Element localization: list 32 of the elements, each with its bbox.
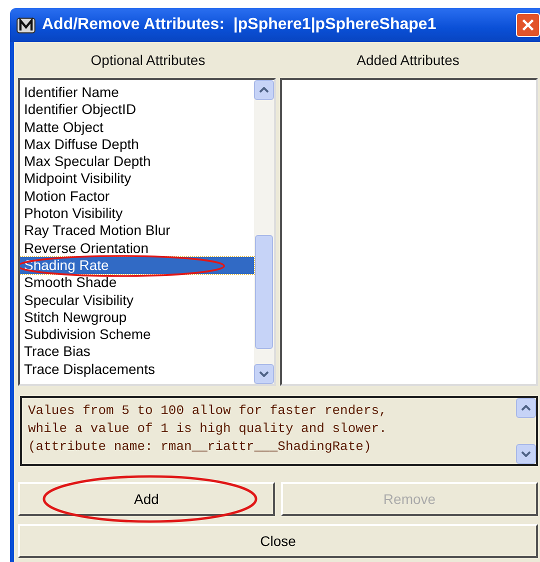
- scroll-up-icon[interactable]: [254, 80, 274, 100]
- scroll-down-icon[interactable]: [516, 444, 536, 464]
- list-item[interactable]: Smooth Shade: [20, 274, 254, 292]
- list-item[interactable]: Ray Traced Motion Blur: [20, 222, 254, 240]
- close-icon[interactable]: [516, 13, 540, 37]
- list-item[interactable]: Identifier ObjectID: [20, 101, 254, 119]
- list-item[interactable]: Midpoint Visibility: [20, 170, 254, 188]
- scroll-down-icon[interactable]: [254, 364, 274, 384]
- list-item[interactable]: Trace Bias: [20, 343, 254, 361]
- scroll-up-icon[interactable]: [516, 398, 536, 418]
- list-item[interactable]: Specular Visibility: [20, 292, 254, 309]
- list-item[interactable]: Matte Object: [20, 118, 254, 136]
- list-item[interactable]: Identifier Name: [20, 84, 254, 102]
- scroll-thumb[interactable]: [255, 235, 273, 349]
- app-icon: [16, 15, 36, 35]
- list-item[interactable]: Max Specular Depth: [20, 153, 254, 170]
- list-item[interactable]: Photon Visibility: [20, 205, 254, 222]
- column-header: Optional Attributes: [90, 52, 206, 68]
- window-title: Add/Remove Attributes: |pSphere1|pSphereShape1: [42, 16, 438, 34]
- description-text: (attribute name: rman__riattr___ShadingRate): [28, 438, 372, 456]
- list-item[interactable]: Trace Displacements: [20, 360, 254, 378]
- list-item[interactable]: Motion Factor: [20, 188, 254, 206]
- list-item[interactable]: Stitch Newgroup: [20, 308, 254, 326]
- description-text: Values from 5 to 100 allow for faster renders,: [28, 402, 388, 420]
- list-item[interactable]: Subdivision Scheme: [20, 326, 254, 344]
- list-item[interactable]: Max Diffuse Depth: [20, 136, 254, 154]
- description-text: while a value of 1 is high quality and slower.: [28, 420, 388, 438]
- list-item[interactable]: Reverse Orientation: [20, 240, 254, 257]
- column-header: Added Attributes: [356, 52, 460, 68]
- add-button[interactable]: Add: [18, 482, 275, 516]
- close-button[interactable]: Close: [18, 524, 538, 558]
- scrollbar[interactable]: [254, 80, 274, 384]
